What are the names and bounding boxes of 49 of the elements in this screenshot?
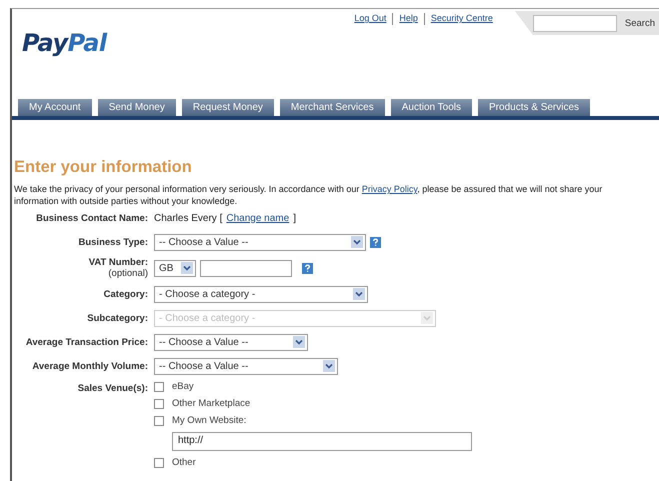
checkbox[interactable] xyxy=(154,382,164,392)
nav-tab[interactable]: Products & Services xyxy=(478,99,590,116)
country-dropdown[interactable]: GB xyxy=(154,260,196,276)
field-label: Category: xyxy=(102,288,148,300)
caret-icon xyxy=(323,360,335,372)
change-name-link[interactable]: Change name xyxy=(226,212,290,224)
nav-tab[interactable]: Merchant Services xyxy=(280,99,385,116)
checkbox[interactable] xyxy=(154,398,164,408)
caret-icon xyxy=(181,262,193,274)
header-link[interactable]: Log Out xyxy=(348,13,394,25)
option-label: My Own Website: xyxy=(172,415,246,426)
paypal-logo[interactable]: PayPal xyxy=(22,29,107,59)
search-field[interactable] xyxy=(532,14,617,32)
dropdown[interactable]: - Choose a category - xyxy=(154,286,368,302)
contact-name: Charles Every [ xyxy=(154,212,222,224)
dropdown[interactable]: -- Choose a Value -- xyxy=(154,334,308,350)
field-label: Subcategory: xyxy=(86,312,148,324)
field-hint: (optional) xyxy=(107,268,148,279)
dropdown[interactable]: -- Choose a Value -- xyxy=(154,234,366,250)
caret-icon xyxy=(421,312,433,324)
field-label: Average Transaction Price: xyxy=(24,336,148,348)
field-label: VAT Number: xyxy=(88,257,148,268)
option-label: eBay xyxy=(172,381,194,392)
privacy-paragraph: We take the privacy of your personal information very seriously. In accordance with our Privacy Policy, please be assured that we will not share your information with outside parties without your knowledge. xyxy=(14,183,604,207)
option-label: Other xyxy=(172,457,196,468)
nav-tab[interactable]: Request Money xyxy=(182,99,274,116)
header-link[interactable]: Security Centre xyxy=(424,13,499,25)
help-icon[interactable] xyxy=(370,236,381,248)
header-link[interactable]: Help xyxy=(393,13,425,25)
nav-tab[interactable]: My Account xyxy=(18,99,92,116)
field-label: Business Type: xyxy=(77,236,148,248)
option-label: Other Marketplace xyxy=(172,398,250,409)
url-input-field[interactable]: http:// xyxy=(172,432,472,451)
caret-icon xyxy=(353,288,365,300)
nav-tab[interactable]: Send Money xyxy=(98,99,176,116)
help-icon[interactable] xyxy=(302,262,313,274)
nav-tab[interactable]: Auction Tools xyxy=(390,99,472,116)
field-label: Sales Venue(s): xyxy=(76,382,148,394)
field-label: Average Monthly Volume: xyxy=(31,360,148,372)
privacy-policy-link[interactable]: Privacy Policy xyxy=(362,184,418,194)
caret-icon xyxy=(293,336,305,348)
dropdown[interactable]: -- Choose a Value -- xyxy=(154,358,338,374)
bracket-text: ] xyxy=(293,212,296,224)
vat-input-field[interactable] xyxy=(200,260,292,276)
checkbox[interactable] xyxy=(154,416,164,426)
field-label: Business Contact Name: xyxy=(35,212,148,224)
page-heading: Enter your information xyxy=(14,158,193,177)
caret-icon xyxy=(351,236,363,248)
checkbox[interactable] xyxy=(154,458,164,468)
